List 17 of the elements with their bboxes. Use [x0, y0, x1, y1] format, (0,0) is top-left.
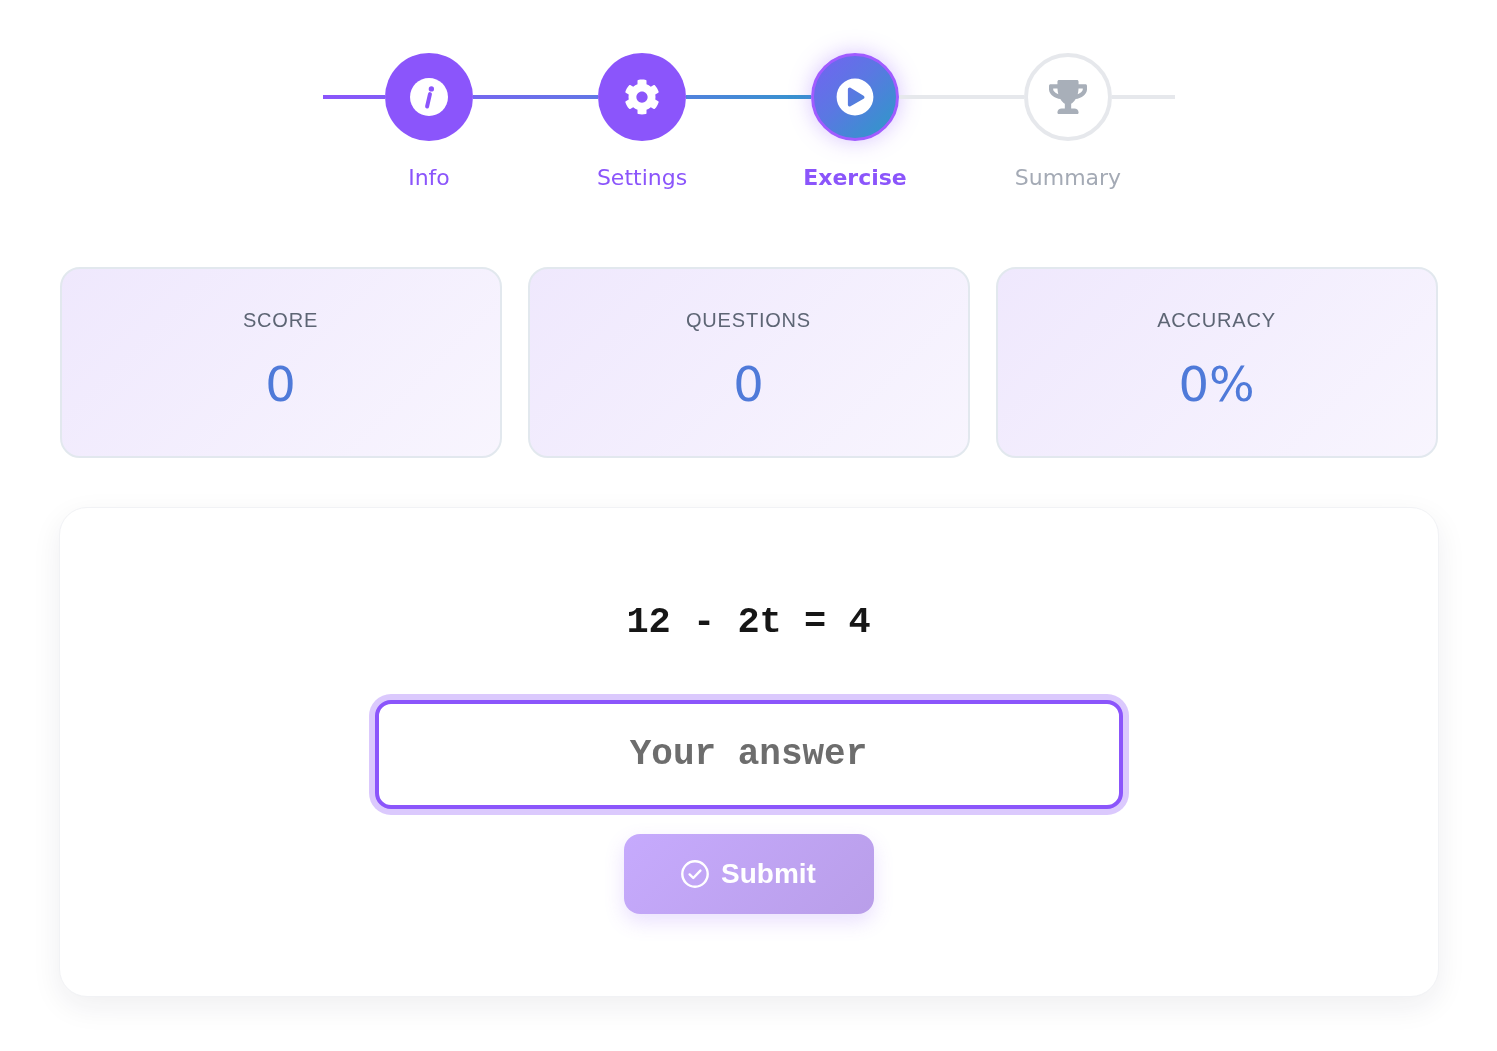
step-label: Info	[408, 165, 450, 191]
trophy-icon	[1049, 78, 1087, 116]
info-icon	[410, 78, 448, 116]
stat-label: SCORE	[242, 308, 319, 332]
step-label: Exercise	[803, 165, 907, 191]
answer-input[interactable]: Your answer	[374, 700, 1123, 809]
step-label: Settings	[596, 165, 688, 191]
stat-value: 0	[265, 355, 296, 414]
gear-icon	[624, 79, 660, 115]
play-icon	[836, 78, 874, 116]
equation-text: 12 - 2t = 4	[626, 600, 871, 644]
stat-value: 0%	[1178, 355, 1255, 414]
step-label: Summary	[1014, 165, 1122, 191]
check-circle-icon	[681, 860, 710, 888]
stat-label: ACCURACY	[1157, 308, 1276, 332]
stat-label: QUESTIONS	[686, 308, 811, 332]
stat-value: 0	[733, 355, 764, 414]
